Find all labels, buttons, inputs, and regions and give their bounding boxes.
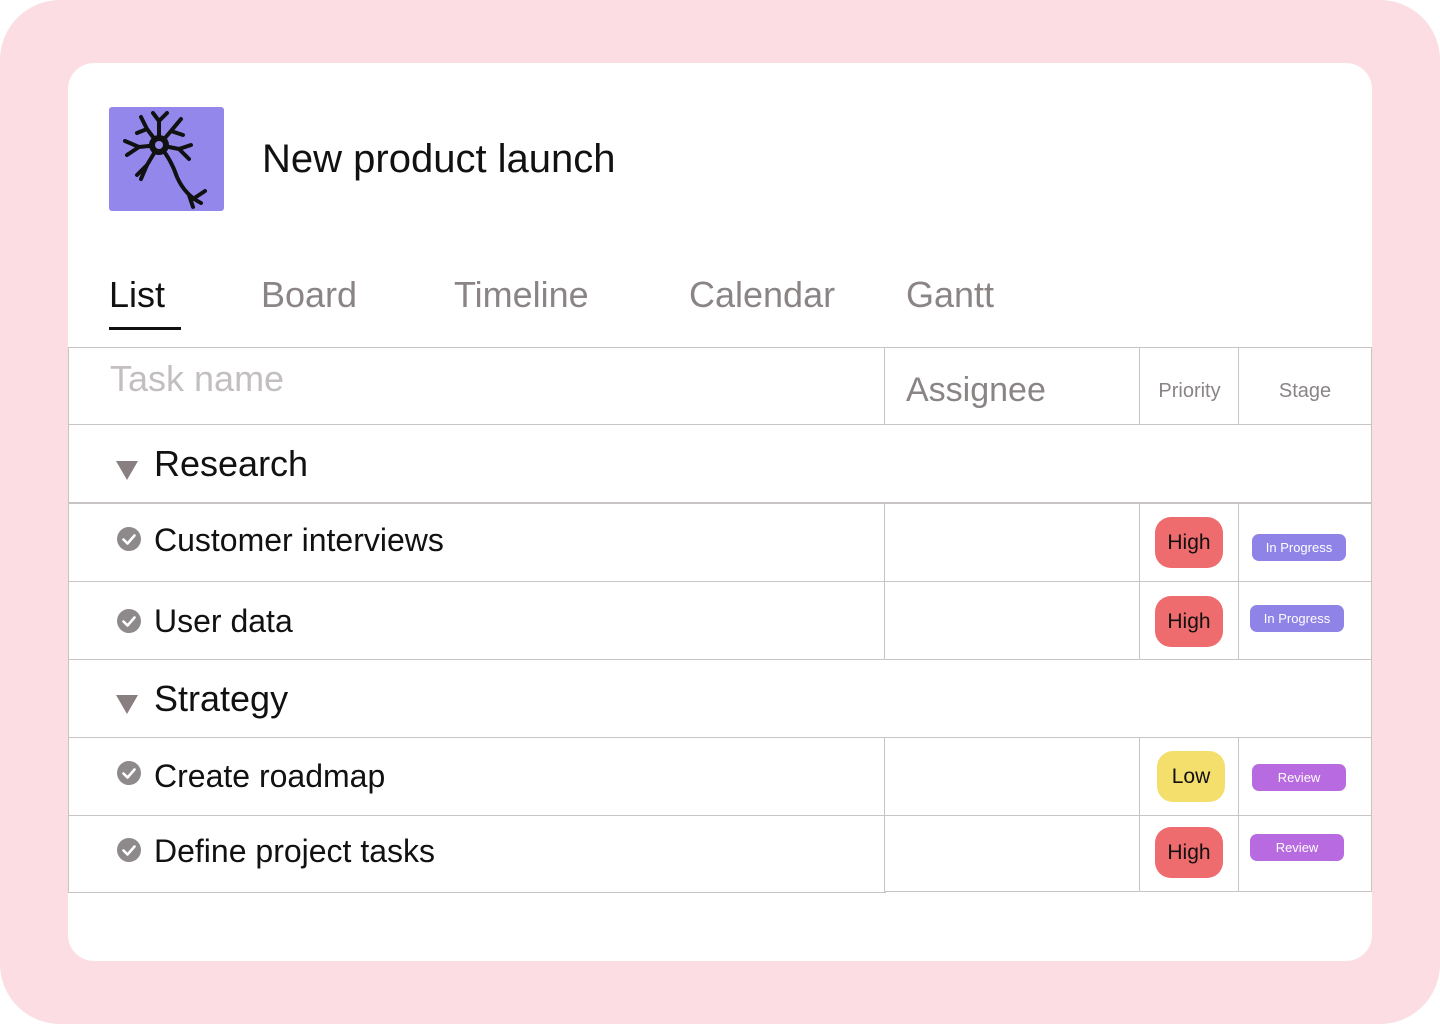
table-row-assignee-cell[interactable]	[884, 815, 1141, 892]
app-frame: New product launch List Board Timeline C…	[0, 0, 1440, 1024]
priority-badge[interactable]: High	[1155, 827, 1223, 878]
tab-gantt[interactable]: Gantt	[906, 273, 994, 317]
priority-badge[interactable]: High	[1155, 596, 1223, 647]
project-card: New product launch List Board Timeline C…	[68, 63, 1372, 961]
group-title-research: Research	[154, 443, 309, 484]
check-circle-icon[interactable]	[117, 527, 141, 551]
stage-badge[interactable]: In Progress	[1252, 534, 1346, 561]
check-circle-icon[interactable]	[117, 838, 141, 862]
tab-board[interactable]: Board	[261, 273, 357, 317]
group-title-strategy: Strategy	[154, 678, 289, 719]
column-header-priority[interactable]: Priority	[1141, 379, 1238, 403]
table-row-assignee-cell[interactable]	[884, 737, 1141, 816]
column-header-task[interactable]: Task name	[110, 357, 284, 401]
task-name[interactable]: User data	[154, 601, 293, 641]
check-circle-icon[interactable]	[117, 609, 141, 633]
collapse-triangle-icon[interactable]	[116, 695, 138, 714]
collapse-triangle-icon[interactable]	[116, 461, 138, 480]
active-tab-indicator	[109, 327, 181, 330]
table-row-assignee-cell[interactable]	[884, 581, 1141, 660]
project-logo	[109, 107, 224, 211]
priority-badge[interactable]: Low	[1157, 751, 1225, 802]
table-row-assignee-cell[interactable]	[884, 503, 1141, 582]
neuron-icon	[123, 111, 207, 209]
tab-calendar[interactable]: Calendar	[689, 273, 835, 317]
task-name[interactable]: Define project tasks	[154, 831, 435, 871]
stage-badge[interactable]: Review	[1252, 764, 1346, 791]
project-title: New product launch	[262, 137, 616, 181]
stage-badge[interactable]: In Progress	[1250, 605, 1344, 632]
check-circle-icon[interactable]	[117, 761, 141, 785]
column-header-assignee[interactable]: Assignee	[906, 369, 1046, 411]
stage-badge[interactable]: Review	[1250, 834, 1344, 861]
tab-timeline[interactable]: Timeline	[454, 273, 589, 317]
column-header-stage[interactable]: Stage	[1240, 379, 1370, 403]
task-name[interactable]: Customer interviews	[154, 520, 444, 560]
tab-list[interactable]: List	[109, 273, 165, 317]
priority-badge[interactable]: High	[1155, 517, 1223, 568]
task-name[interactable]: Create roadmap	[154, 756, 385, 796]
